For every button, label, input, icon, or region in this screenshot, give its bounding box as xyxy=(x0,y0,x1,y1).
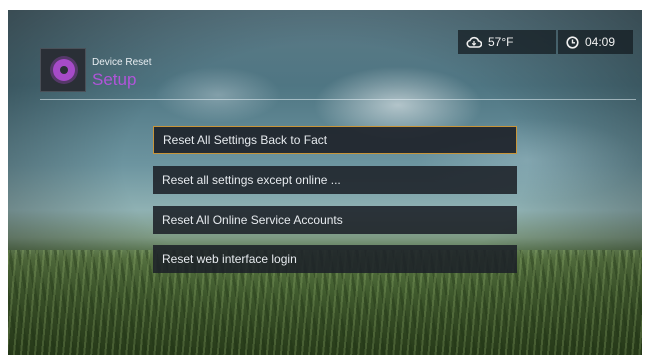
page-subtitle: Device Reset xyxy=(92,57,152,68)
page-title: Setup xyxy=(92,70,137,89)
weather-widget: 57°F xyxy=(458,30,556,54)
clock-widget: 04:09 xyxy=(558,30,633,54)
menu-item-reset-web-login[interactable]: Reset web interface login xyxy=(153,245,517,273)
menu-item-label: Reset web interface login xyxy=(162,252,297,266)
setup-icon-box xyxy=(40,48,86,92)
menu-item-reset-except-online[interactable]: Reset all settings except online ... xyxy=(153,166,517,194)
menu-item-reset-online-accounts[interactable]: Reset All Online Service Accounts xyxy=(153,206,517,234)
header-divider xyxy=(40,99,636,100)
menu-item-label: Reset all settings except online ... xyxy=(162,173,341,187)
cloud-icon xyxy=(466,36,482,48)
menu-item-label: Reset All Online Service Accounts xyxy=(162,213,343,227)
gear-icon xyxy=(53,59,75,81)
time-readout: 04:09 xyxy=(585,35,616,49)
menu-item-reset-all-settings[interactable]: Reset All Settings Back to Fact xyxy=(153,126,517,154)
tv-screen: Device Reset Setup 57°F 04:09 Reset All … xyxy=(8,10,642,355)
clock-icon xyxy=(566,35,579,49)
menu-item-label: Reset All Settings Back to Fact xyxy=(163,133,328,147)
temperature-readout: 57°F xyxy=(488,35,514,49)
